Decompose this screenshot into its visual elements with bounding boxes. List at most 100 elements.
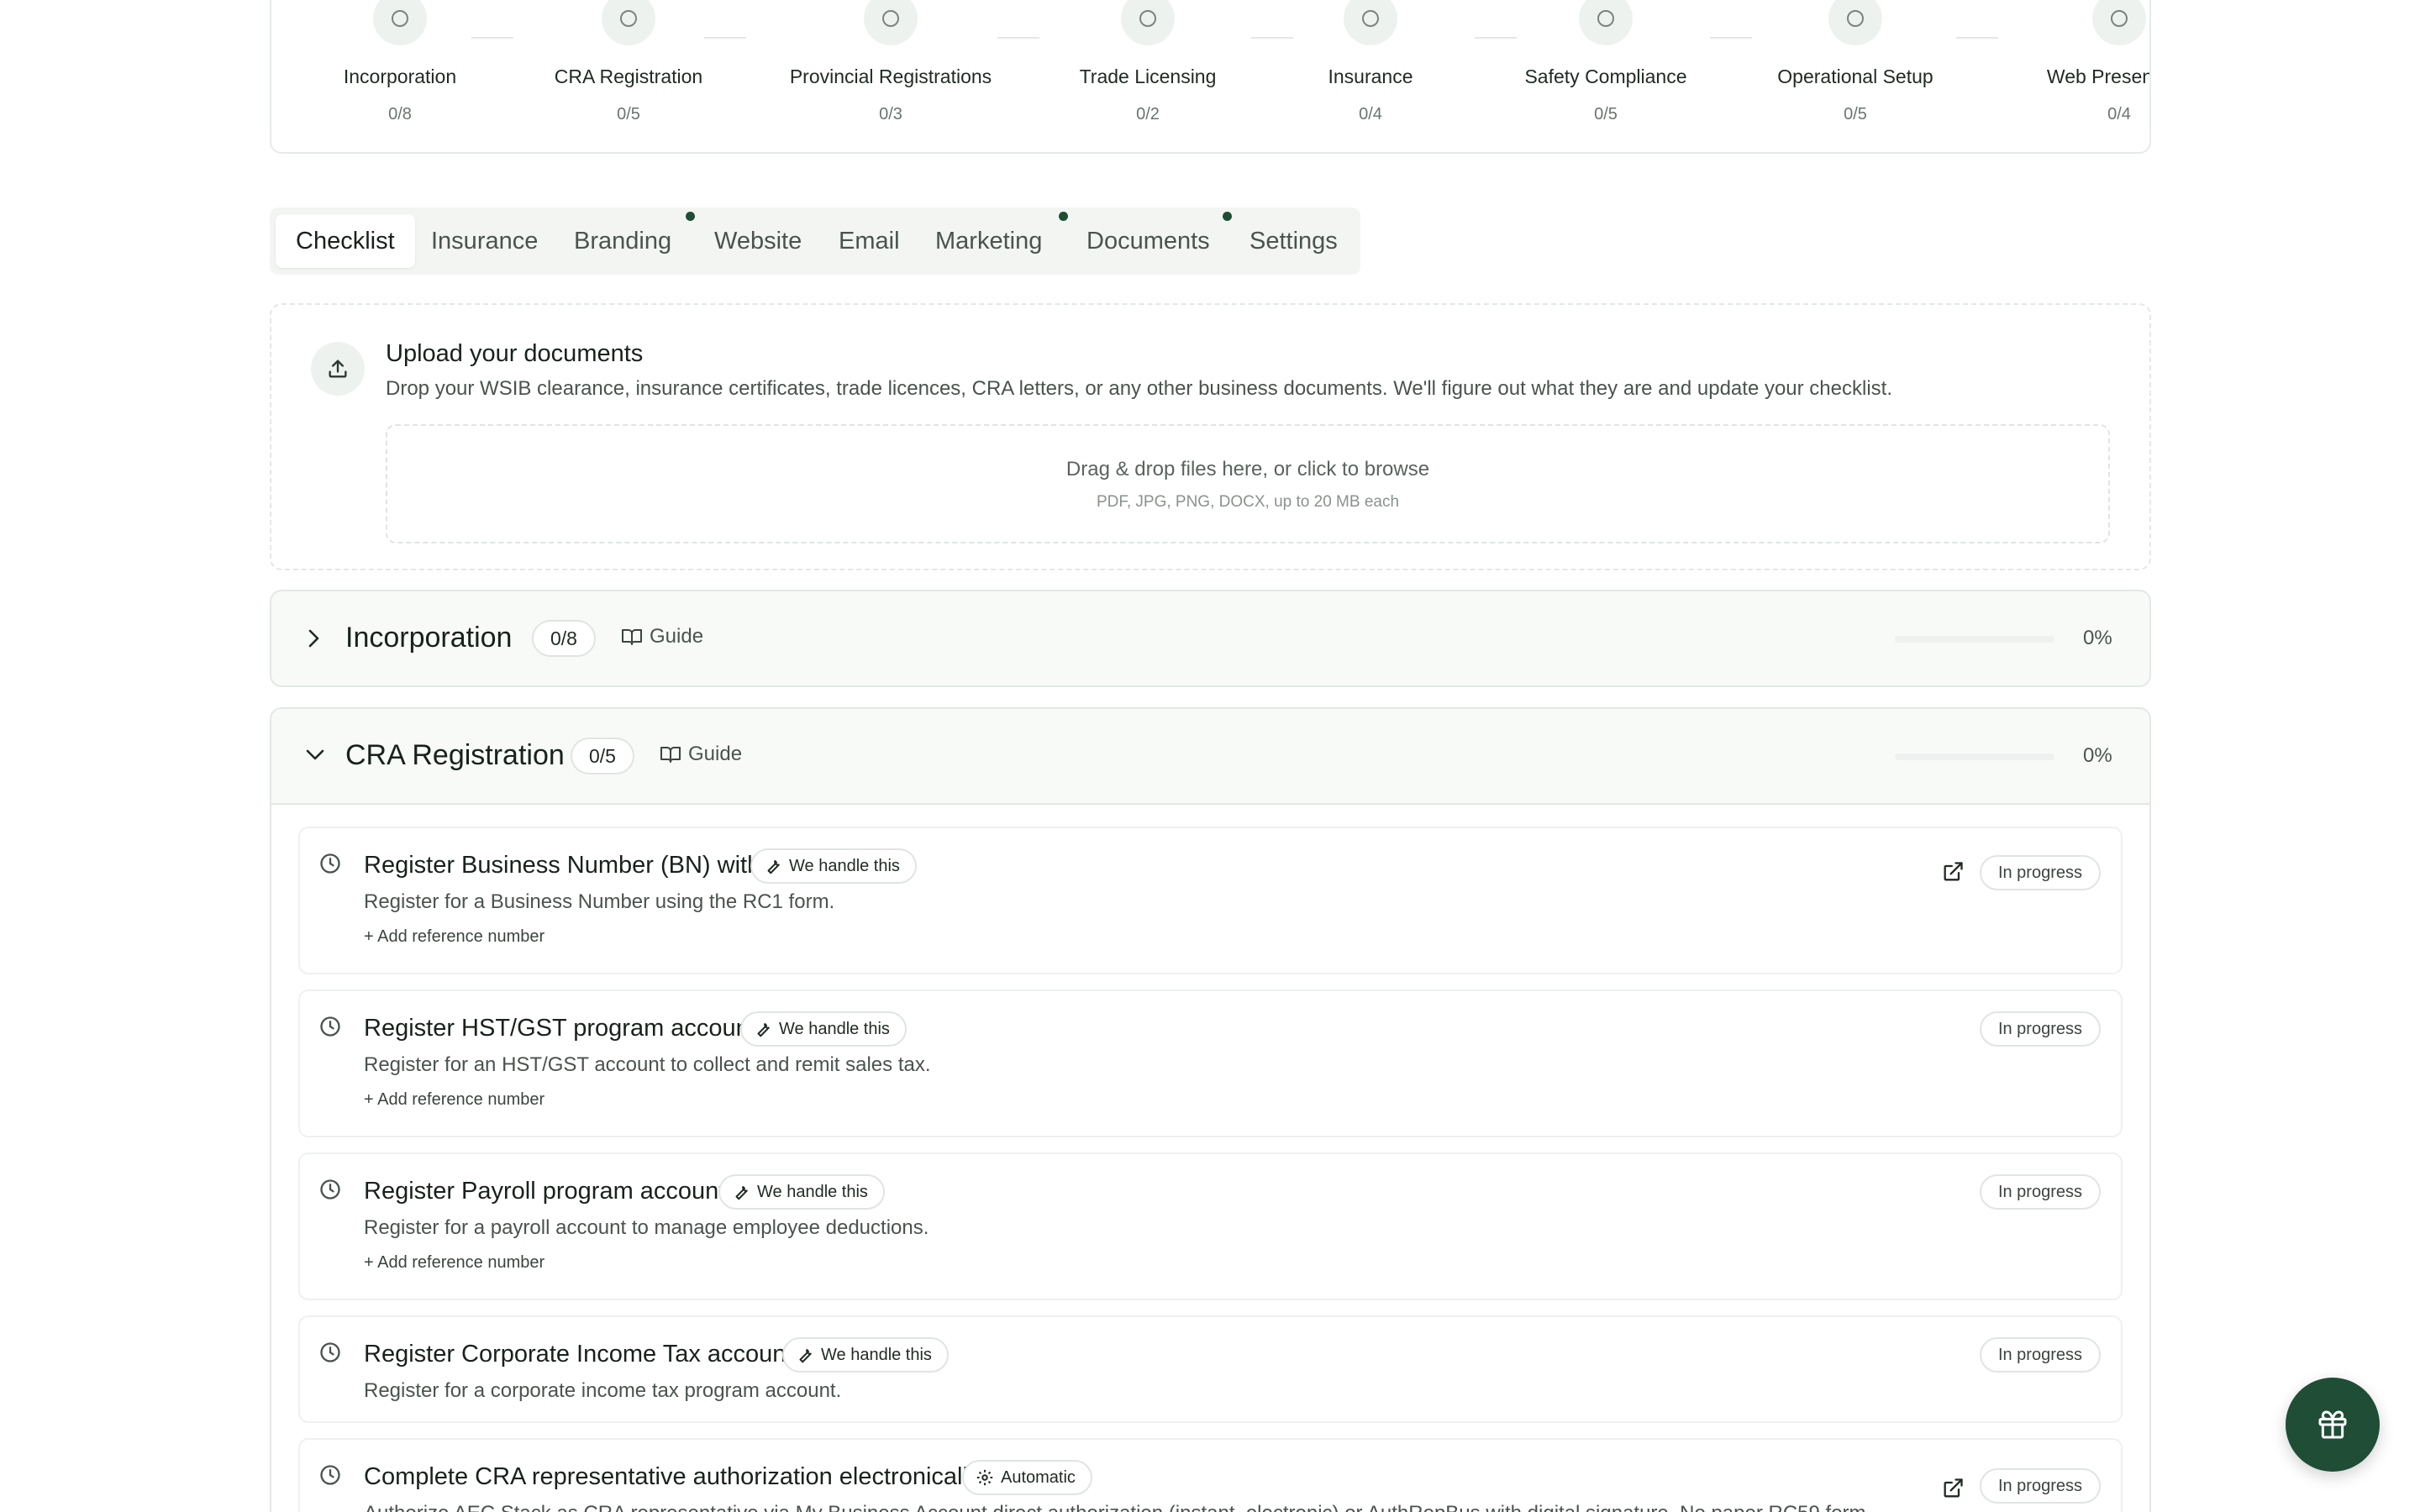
step-label: Insurance (1328, 66, 1413, 87)
step-status-icon (1344, 0, 1397, 45)
clock-icon (318, 1015, 342, 1042)
wrench-icon (767, 860, 780, 874)
handled-badge-label: We handle this (789, 857, 900, 875)
section-progress-bar (1895, 753, 2054, 760)
status-badge: In progress (1979, 855, 2101, 890)
tab-email[interactable]: Email (818, 214, 920, 268)
guide-label: Guide (688, 743, 743, 765)
file-dropzone[interactable]: Drag & drop files here, or click to brow… (386, 424, 2110, 543)
step-count: 0/4 (2107, 105, 2131, 123)
wrench-icon (799, 1349, 812, 1363)
external-link-icon[interactable] (1941, 860, 1965, 888)
step-web-presence[interactable]: Web Presence & 0/4 (1985, 0, 2151, 124)
tab-marketing[interactable]: Marketing (915, 214, 1062, 268)
section-progress-bar (1895, 636, 2054, 643)
step-label: CRA Registration (554, 66, 703, 87)
handled-badge-label: We handle this (779, 1020, 890, 1038)
step-operational-setup[interactable]: Operational Setup 0/5 (1721, 0, 1990, 124)
chevron-down-icon[interactable] (303, 744, 327, 769)
section-count-badge: 0/8 (532, 620, 596, 657)
step-count: 0/5 (617, 105, 640, 123)
section-incorporation: Incorporation 0/8 Guide 0% (270, 590, 2151, 687)
task-list: Register Business Number (BN) with CRA W… (271, 803, 2149, 1512)
handled-badge-label: We handle this (821, 1346, 932, 1364)
dropzone-instructions: Drag & drop files here, or click to brow… (1065, 458, 1430, 480)
step-label: Web Presence & (2046, 66, 2151, 87)
handled-badge-label: We handle this (757, 1183, 868, 1201)
tab-website[interactable]: Website (694, 214, 822, 268)
section-cra-registration: CRA Registration 0/5 Guide 0% Register B… (270, 707, 2151, 1512)
status-badge: In progress (1979, 1011, 2101, 1047)
task-item[interactable]: Complete CRA representative authorizatio… (298, 1438, 2123, 1512)
step-status-icon (1828, 0, 1882, 45)
step-label: Safety Compliance (1524, 66, 1687, 87)
step-count: 0/5 (1844, 105, 1867, 123)
book-icon (660, 747, 681, 763)
step-status-icon (1579, 0, 1633, 45)
section-progress-percent: 0% (2083, 627, 2112, 649)
guide-label: Guide (650, 625, 704, 648)
task-description: Register for a Business Number using the… (364, 890, 835, 913)
step-cra-registration[interactable]: CRA Registration 0/5 (494, 0, 763, 124)
step-count: 0/3 (879, 105, 902, 123)
task-description: Authorize AEC Stack as CRA representativ… (364, 1502, 1871, 1512)
step-label: Provincial Registrations (789, 66, 992, 87)
step-count: 0/5 (1594, 105, 1618, 123)
section-header[interactable]: CRA Registration 0/5 Guide 0% (271, 709, 2149, 803)
task-item[interactable]: Register Business Number (BN) with CRA W… (298, 827, 2123, 974)
add-reference-link[interactable]: + Add reference number (364, 927, 544, 947)
status-badge: In progress (1979, 1337, 2101, 1373)
guide-link[interactable]: Guide (621, 625, 703, 648)
gift-button[interactable] (2286, 1378, 2380, 1472)
task-item[interactable]: Register Corporate Income Tax account (R… (298, 1315, 2123, 1423)
status-badge: In progress (1979, 1468, 2101, 1504)
tab-insurance[interactable]: Insurance (411, 214, 558, 268)
step-status-icon (864, 0, 918, 45)
guide-link[interactable]: Guide (660, 743, 742, 766)
chevron-right-icon[interactable] (303, 627, 324, 654)
handled-badge: We handle this (782, 1337, 949, 1373)
tab-bar: Checklist Insurance Branding Website Ema… (270, 207, 1360, 275)
task-title: Register Corporate Income Tax account (R… (364, 1341, 851, 1368)
clock-icon (318, 852, 342, 879)
tab-checklist[interactable]: Checklist (276, 214, 415, 268)
task-description: Register for a payroll account to manage… (364, 1216, 929, 1239)
dropzone-file-types: PDF, JPG, PNG, DOCX, up to 20 MB each (1096, 493, 1400, 511)
task-item[interactable]: Register Payroll program account (RP) We… (298, 1152, 2123, 1300)
step-count: 0/4 (1359, 105, 1382, 123)
tab-documents[interactable]: Documents (1066, 214, 1230, 268)
gear-icon (976, 1469, 993, 1486)
step-safety-compliance[interactable]: Safety Compliance 0/5 (1471, 0, 1740, 124)
automatic-badge: Automatic (962, 1460, 1092, 1495)
section-header[interactable]: Incorporation 0/8 Guide 0% (271, 591, 2149, 685)
step-insurance[interactable]: Insurance 0/4 (1236, 0, 1505, 124)
task-description: Register for an HST/GST account to colle… (364, 1053, 931, 1076)
tab-branding[interactable]: Branding (554, 214, 692, 268)
handled-badge: We handle this (718, 1174, 885, 1210)
task-item[interactable]: Register HST/GST program account (RT) We… (298, 990, 2123, 1137)
upload-title: Upload your documents (386, 340, 644, 367)
gift-icon (2318, 1410, 2347, 1439)
section-count-badge: 0/5 (571, 738, 634, 774)
book-icon (622, 629, 642, 645)
tab-settings[interactable]: Settings (1229, 214, 1358, 268)
wrench-icon (735, 1186, 748, 1200)
task-title: Complete CRA representative authorizatio… (364, 1463, 981, 1490)
external-link-icon[interactable] (1941, 1477, 1965, 1504)
clock-icon (318, 1341, 342, 1368)
step-status-icon (602, 0, 655, 45)
add-reference-link[interactable]: + Add reference number (364, 1253, 544, 1273)
clock-icon (318, 1178, 342, 1205)
automatic-badge-label: Automatic (1001, 1468, 1076, 1487)
step-provincial-registrations[interactable]: Provincial Registrations 0/3 (756, 0, 1025, 124)
section-title: Incorporation (345, 622, 513, 654)
handled-badge: We handle this (750, 848, 917, 884)
section-progress-percent: 0% (2083, 744, 2112, 767)
upload-description: Drop your WSIB clearance, insurance cert… (386, 377, 1893, 400)
handled-badge: We handle this (740, 1011, 907, 1047)
wrench-icon (757, 1023, 770, 1037)
section-title: CRA Registration (345, 739, 565, 771)
add-reference-link[interactable]: + Add reference number (364, 1090, 544, 1110)
clock-icon (318, 1463, 342, 1491)
step-status-icon (373, 0, 427, 45)
